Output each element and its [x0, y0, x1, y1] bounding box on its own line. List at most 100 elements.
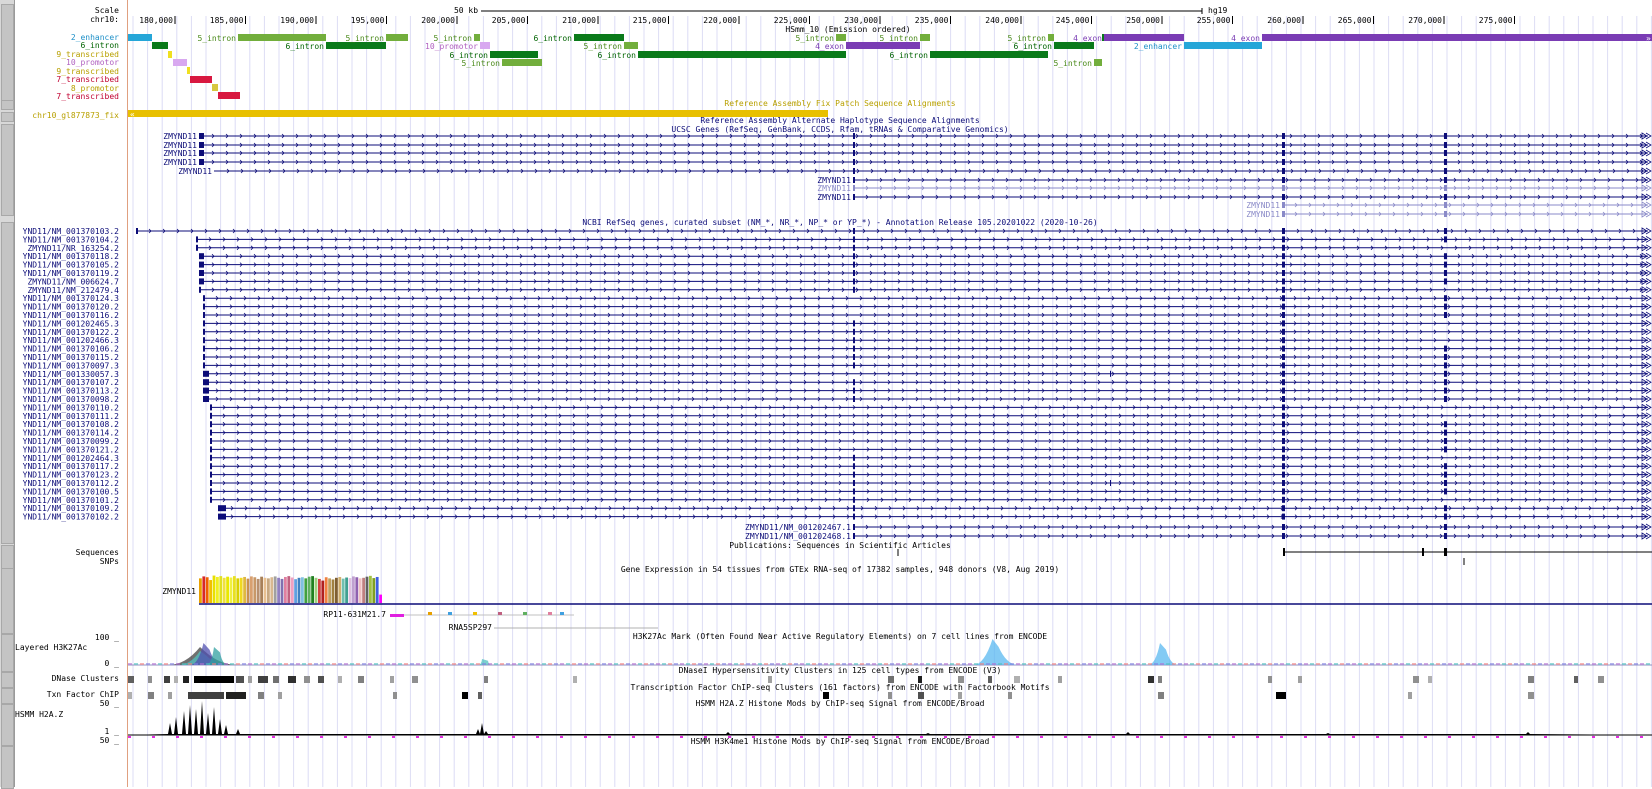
gene-exon[interactable] [203, 354, 205, 360]
track-data-panel[interactable]: 50 kb hg19 180,000185,000190,000195,0002… [128, 0, 1652, 787]
gene-exon[interactable] [203, 379, 209, 385]
gene-exon[interactable] [1282, 159, 1285, 165]
hmm-segment[interactable] [474, 34, 480, 41]
gene-exon[interactable] [1282, 379, 1285, 385]
gene-exon[interactable] [1282, 142, 1285, 148]
gene-exon[interactable] [853, 514, 855, 520]
track-handle[interactable] [1, 568, 14, 634]
publication-mark[interactable] [1422, 548, 1424, 556]
gene-exon[interactable] [1282, 396, 1285, 402]
hmm-segment[interactable] [624, 42, 638, 49]
gene-exon[interactable] [1282, 388, 1285, 394]
gene-exon[interactable] [1444, 150, 1447, 156]
gene-exon[interactable] [1444, 228, 1447, 234]
chromhmm-track[interactable]: HSmm_10 (Emission ordered) 5_intron6_int… [128, 25, 1652, 99]
gene-exon[interactable] [1282, 185, 1285, 191]
hmm-segment[interactable] [326, 42, 386, 49]
gene-exon[interactable] [853, 505, 855, 511]
gene-exon[interactable] [853, 159, 855, 165]
gene-exon[interactable] [1282, 177, 1285, 183]
gene-exon[interactable] [196, 245, 198, 251]
gene-exon[interactable] [1444, 295, 1447, 301]
hmm-segment[interactable] [1104, 34, 1184, 41]
gene-name[interactable]: ZMYND11 [1246, 201, 1280, 210]
gene-name[interactable]: ZMYND11 [1246, 210, 1280, 219]
gene-exon[interactable] [853, 177, 855, 183]
gene-exon[interactable] [853, 236, 855, 242]
gene-exon[interactable] [1282, 295, 1285, 301]
track-handle[interactable] [1, 222, 14, 544]
gene-exon[interactable] [1282, 329, 1285, 335]
gene-exon[interactable] [203, 346, 205, 352]
gene-exon[interactable] [1444, 312, 1447, 318]
gene-exon[interactable] [203, 312, 205, 318]
gene-exon[interactable] [853, 262, 855, 268]
gene-exon[interactable] [1282, 304, 1285, 310]
fix-patch-label[interactable]: chr10_gl877873_fix [32, 111, 119, 120]
gene-exon[interactable] [210, 421, 212, 427]
gene-exon[interactable] [853, 396, 855, 402]
gene-name[interactable]: ZMYND11 [163, 158, 197, 167]
gene-exon[interactable] [853, 463, 855, 469]
gtex-tissue-bar[interactable] [213, 576, 216, 603]
gene-exon[interactable] [210, 430, 212, 436]
gene-exon[interactable] [853, 497, 855, 503]
gene-exon[interactable] [1444, 472, 1447, 478]
gene-exon[interactable] [199, 278, 204, 284]
gene-exon[interactable] [1282, 202, 1285, 208]
hmm-segment[interactable] [1094, 59, 1102, 66]
gene-exon[interactable] [1444, 533, 1447, 539]
gene-exon[interactable] [1282, 371, 1285, 377]
gene-exon[interactable] [1444, 194, 1447, 200]
hmm-segment[interactable] [490, 51, 538, 58]
hmm-segment[interactable] [1184, 42, 1262, 49]
gene-exon[interactable] [1444, 142, 1447, 148]
h3k27ac-label[interactable]: Layered H3K27Ac [15, 643, 87, 652]
gene-exon[interactable] [199, 150, 204, 156]
gene-exon[interactable] [136, 228, 138, 234]
gene-exon[interactable] [1282, 245, 1285, 251]
gene-exon[interactable] [1444, 379, 1447, 385]
gene-exon[interactable] [1444, 362, 1447, 368]
hmm-segment[interactable] [190, 76, 212, 83]
gtex-tissue-bar[interactable] [202, 576, 205, 603]
gene-exon[interactable] [1444, 388, 1447, 394]
gene-exon[interactable] [1444, 236, 1447, 242]
hmm-segment[interactable] [218, 92, 240, 99]
gene-exon[interactable] [1282, 446, 1285, 452]
gene-exon[interactable] [853, 228, 855, 234]
hmm-segment[interactable] [1262, 34, 1652, 41]
gene-exon[interactable] [853, 245, 855, 251]
gene-exon[interactable] [199, 142, 204, 148]
gene-exon[interactable] [1444, 524, 1447, 530]
gene-exon[interactable] [1444, 514, 1447, 520]
gene-exon[interactable] [1282, 337, 1285, 343]
gene-exon[interactable] [853, 270, 855, 276]
gene-exon[interactable] [1444, 304, 1447, 310]
gene-exon[interactable] [1282, 168, 1285, 174]
gene-exon[interactable] [853, 253, 855, 259]
hmm-segment[interactable] [128, 34, 152, 41]
gene-exon[interactable] [1282, 262, 1285, 268]
gene-exon[interactable] [199, 270, 204, 276]
hmm-segment[interactable] [187, 67, 190, 74]
gene-exon[interactable] [853, 533, 855, 539]
gene-exon[interactable] [853, 524, 855, 530]
gene-exon[interactable] [1282, 438, 1285, 444]
gene-exon[interactable] [853, 150, 855, 156]
gene-exon[interactable] [1282, 362, 1285, 368]
hmm-segment[interactable] [920, 34, 930, 41]
hmm-segment[interactable] [638, 51, 846, 58]
tracks-svg[interactable]: 50 kb hg19 180,000185,000190,000195,0002… [128, 0, 1652, 787]
gene-exon[interactable] [853, 472, 855, 478]
gene-exon[interactable] [1444, 430, 1447, 436]
gene-exon[interactable] [1444, 371, 1447, 377]
gene-exon[interactable] [210, 480, 212, 486]
gene-exon[interactable] [210, 488, 212, 494]
gene-exon[interactable] [203, 362, 205, 368]
gene-exon[interactable] [1444, 346, 1447, 352]
hmm-segment[interactable] [386, 34, 408, 41]
gene-exon[interactable] [853, 194, 855, 200]
gene-exon[interactable] [853, 320, 855, 326]
gene-exon[interactable] [1282, 194, 1285, 200]
